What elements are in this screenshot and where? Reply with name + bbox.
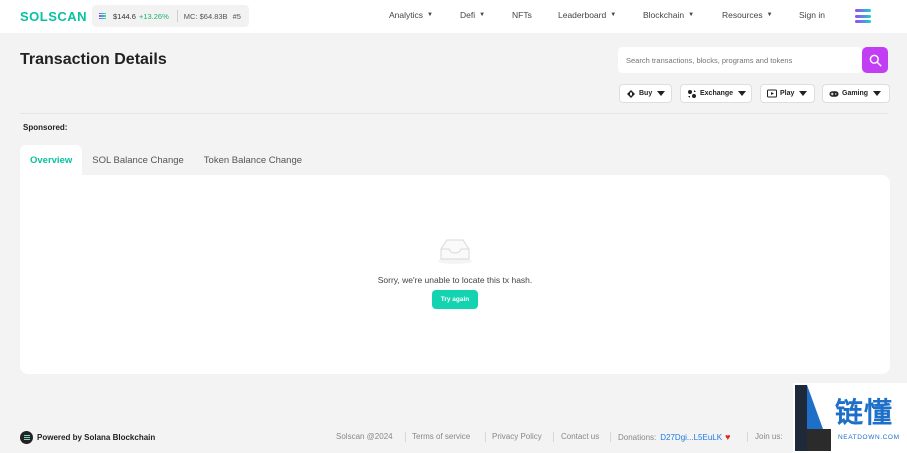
search-icon bbox=[869, 54, 882, 67]
sol-price-pill[interactable]: $144.6 +13.26% MC: $64.83B #5 bbox=[92, 5, 249, 27]
chip-label: Play bbox=[780, 90, 795, 97]
nav-resources[interactable]: Resources ▼ bbox=[722, 10, 773, 20]
nav-sign-in[interactable]: Sign in bbox=[799, 10, 825, 20]
transaction-tabs: Overview SOL Balance Change Token Balanc… bbox=[20, 145, 312, 175]
caret-down-icon: ▼ bbox=[688, 12, 695, 18]
watermark-chinese: 链懂 bbox=[835, 397, 894, 428]
footer-privacy-link[interactable]: Privacy Policy bbox=[492, 432, 542, 441]
nav-nfts[interactable]: NFTs bbox=[512, 10, 532, 20]
nav-blockchain[interactable]: Blockchain ▼ bbox=[643, 10, 694, 20]
caret-down-icon bbox=[657, 91, 666, 96]
footer-terms-link[interactable]: Terms of service bbox=[412, 432, 470, 441]
chip-label: Buy bbox=[639, 90, 653, 97]
powered-by-label: Powered by Solana Blockchain bbox=[37, 433, 156, 442]
sol-price: $144.6 bbox=[113, 11, 136, 21]
nav-label: NFTs bbox=[512, 10, 532, 20]
nav-defi[interactable]: Defi ▼ bbox=[460, 10, 485, 20]
nav-label: Sign in bbox=[799, 10, 825, 20]
market-cap: MC: $64.83B bbox=[183, 11, 228, 21]
neatdown-watermark: 链懂 NEATDOWN.COM bbox=[793, 383, 907, 453]
buy-icon bbox=[626, 89, 636, 99]
top-header: SOLSCAN $144.6 +13.26% MC: $64.83B #5 An… bbox=[0, 0, 907, 33]
footer-divider bbox=[747, 432, 748, 442]
solana-logo-icon[interactable] bbox=[855, 9, 871, 23]
neatdown-logo-icon bbox=[795, 385, 831, 451]
buy-dropdown[interactable]: Buy bbox=[619, 84, 672, 103]
page-title: Transaction Details bbox=[20, 51, 167, 68]
empty-inbox-icon bbox=[438, 239, 472, 264]
play-icon bbox=[767, 89, 777, 99]
sol-price-change: +13.26% bbox=[138, 11, 169, 21]
overview-panel: Sorry, we're unable to locate this tx ha… bbox=[20, 175, 890, 374]
join-us-label: Join us: bbox=[755, 432, 783, 441]
price-divider bbox=[176, 10, 178, 22]
not-found-message: Sorry, we're unable to locate this tx ha… bbox=[377, 275, 533, 285]
footer-divider bbox=[485, 432, 486, 442]
nav-label: Leaderboard bbox=[558, 10, 607, 20]
exchange-dropdown[interactable]: Exchange bbox=[680, 84, 752, 103]
section-divider bbox=[20, 113, 888, 114]
caret-down-icon: ▼ bbox=[610, 12, 617, 18]
footer-copyright: Solscan @2024 bbox=[336, 432, 393, 441]
nav-analytics[interactable]: Analytics ▼ bbox=[389, 10, 433, 20]
exchange-icon bbox=[687, 89, 697, 99]
donation-address-link[interactable]: D27Dgi...L5EuLK bbox=[660, 433, 722, 442]
donations-label: Donations: bbox=[618, 432, 657, 442]
watermark-english: NEATDOWN.COM bbox=[838, 434, 900, 441]
caret-down-icon: ▼ bbox=[479, 12, 486, 18]
nav-label: Resources bbox=[722, 10, 763, 20]
nav-label: Analytics bbox=[389, 10, 424, 20]
search-input[interactable] bbox=[618, 47, 862, 73]
market-rank: #5 bbox=[232, 11, 241, 21]
chip-label: Gaming bbox=[842, 90, 869, 97]
footer-divider bbox=[610, 432, 611, 442]
caret-down-icon bbox=[738, 91, 747, 96]
footer-divider bbox=[553, 432, 554, 442]
tab-sol-balance-change[interactable]: SOL Balance Change bbox=[82, 145, 194, 175]
chip-label: Exchange bbox=[700, 90, 734, 97]
footer-contact-link[interactable]: Contact us bbox=[561, 432, 599, 441]
caret-down-icon: ▼ bbox=[427, 12, 433, 18]
donations: Donations: D27Dgi...L5EuLK ♥ bbox=[618, 432, 730, 442]
tab-overview[interactable]: Overview bbox=[20, 145, 83, 175]
footer: Powered by Solana Blockchain Solscan @20… bbox=[0, 420, 907, 453]
footer-divider bbox=[405, 432, 406, 442]
sponsored-label: Sponsored: bbox=[23, 123, 68, 132]
gamepad-icon bbox=[829, 89, 839, 99]
heart-icon: ♥ bbox=[725, 432, 731, 442]
sol-icon bbox=[99, 12, 106, 20]
solana-icon bbox=[20, 431, 33, 444]
gaming-dropdown[interactable]: Gaming bbox=[822, 84, 890, 103]
nav-label: Defi bbox=[460, 10, 476, 20]
nav-label: Blockchain bbox=[643, 10, 685, 20]
try-again-button[interactable]: Try again bbox=[432, 290, 478, 309]
solscan-logo[interactable]: SOLSCAN bbox=[20, 9, 87, 24]
search-button[interactable] bbox=[862, 47, 888, 73]
nav-leaderboard[interactable]: Leaderboard ▼ bbox=[558, 10, 616, 20]
powered-by[interactable]: Powered by Solana Blockchain bbox=[20, 431, 155, 444]
caret-down-icon bbox=[873, 91, 882, 96]
tab-token-balance-change[interactable]: Token Balance Change bbox=[194, 145, 312, 175]
caret-down-icon bbox=[799, 91, 808, 96]
caret-down-icon: ▼ bbox=[766, 12, 773, 18]
play-dropdown[interactable]: Play bbox=[760, 84, 815, 103]
